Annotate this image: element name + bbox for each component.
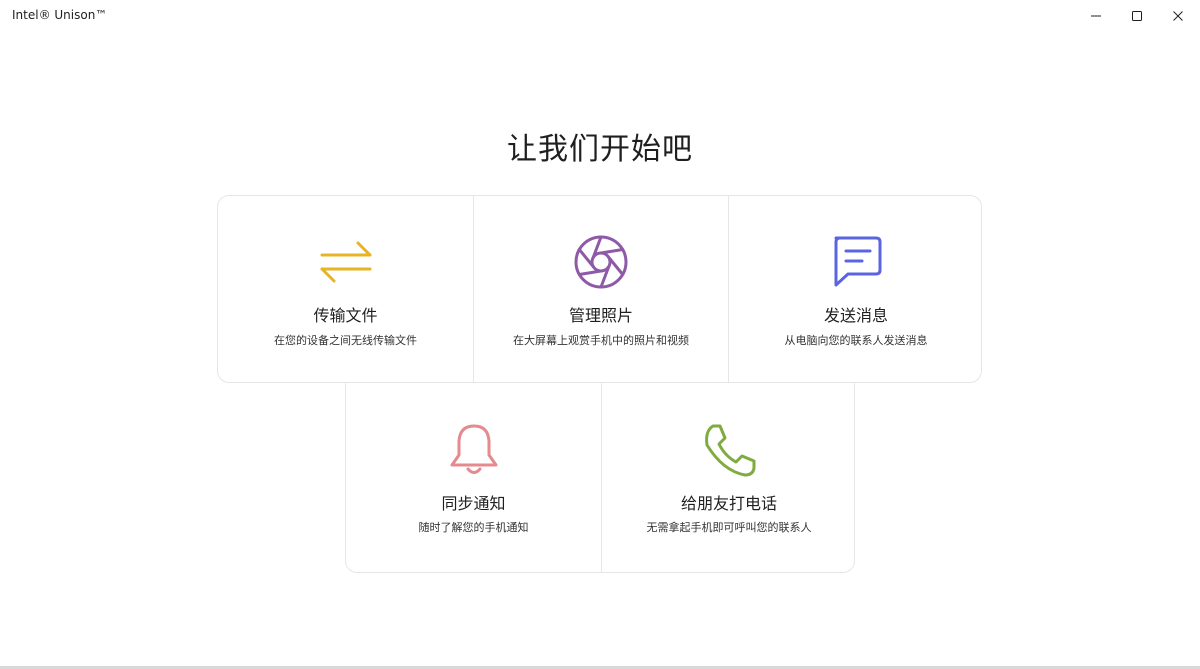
card-title: 管理照片 [568, 306, 633, 325]
card-call-friends[interactable]: 给朋友打电话 无需拿起手机即可呼叫您的联系人 [601, 383, 856, 572]
close-icon [1173, 11, 1183, 21]
card-description: 随时了解您的手机通知 [418, 521, 529, 534]
card-title: 同步通知 [441, 494, 506, 513]
maximize-button[interactable] [1114, 0, 1160, 32]
camera-aperture-icon [574, 235, 628, 289]
card-description: 无需拿起手机即可呼叫您的联系人 [646, 521, 812, 534]
card-send-messages[interactable]: 发送消息 从电脑向您的联系人发送消息 [728, 196, 983, 382]
minimize-icon [1091, 15, 1101, 17]
card-title: 给朋友打电话 [680, 494, 777, 513]
card-transfer-files[interactable]: 传输文件 在您的设备之间无线传输文件 [218, 196, 473, 382]
card-description: 在大屏幕上观赏手机中的照片和视频 [513, 334, 689, 347]
phone-icon [705, 424, 756, 477]
app-title: Intel® Unison™ [12, 8, 108, 22]
page-heading: 让我们开始吧 [507, 132, 693, 167]
app-window: Intel® Unison™ 让我们开始吧 传输文件 在您的设备之间无线传输文件… [0, 0, 1200, 669]
bell-icon [450, 424, 497, 474]
card-title: 发送消息 [823, 306, 888, 325]
transfer-arrows-icon [320, 241, 371, 283]
close-button[interactable] [1155, 0, 1200, 32]
title-bar[interactable]: Intel® Unison™ [0, 0, 1200, 32]
card-sync-notifications[interactable]: 同步通知 随时了解您的手机通知 [346, 383, 601, 572]
card-manage-photos[interactable]: 管理照片 在大屏幕上观赏手机中的照片和视频 [473, 196, 728, 382]
feature-cards-bottom-row: 同步通知 随时了解您的手机通知 给朋友打电话 无需拿起手机即可呼叫您的联系人 [345, 383, 855, 573]
card-description: 在您的设备之间无线传输文件 [274, 334, 417, 347]
maximize-icon [1132, 11, 1142, 21]
minimize-button[interactable] [1073, 0, 1119, 32]
message-bubble-icon [834, 236, 882, 287]
card-title: 传输文件 [313, 306, 378, 325]
card-description: 从电脑向您的联系人发送消息 [784, 334, 928, 347]
feature-cards-top-row: 传输文件 在您的设备之间无线传输文件 管理照片 在大屏幕上观赏手机中的照片和视频 [217, 195, 982, 383]
